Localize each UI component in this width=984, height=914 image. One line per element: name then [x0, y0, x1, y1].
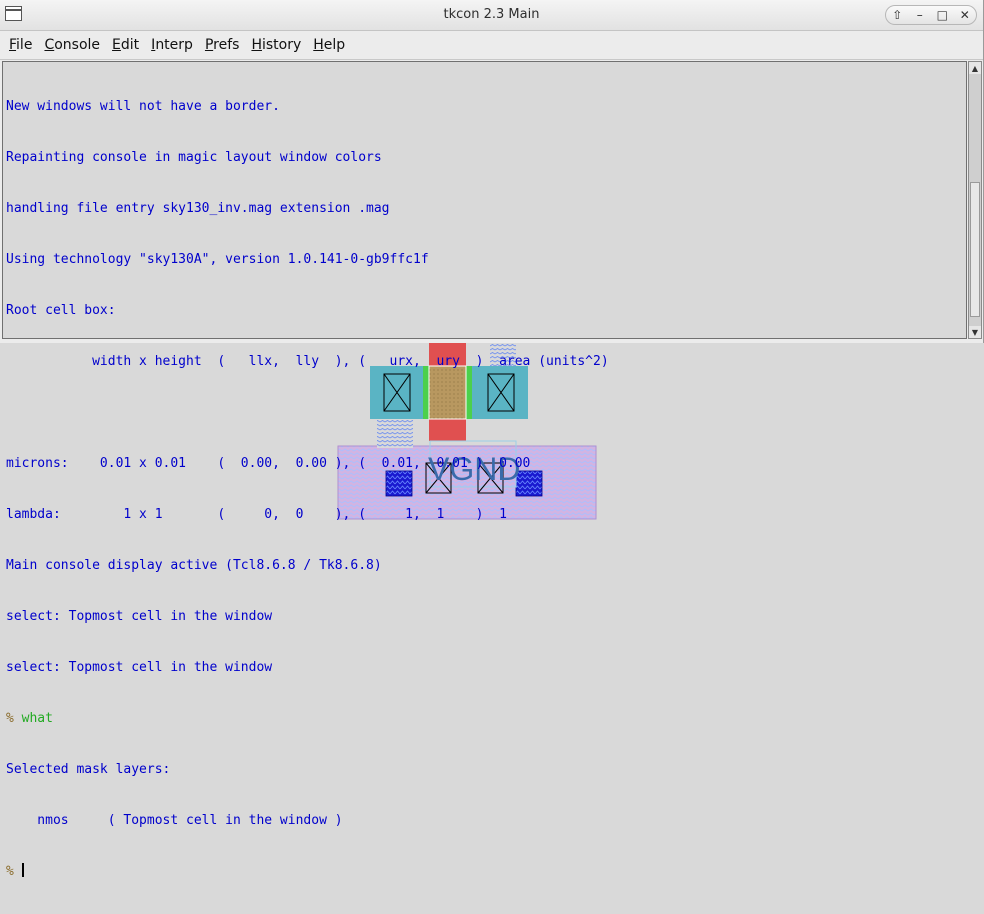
- menu-bar: File Console Edit Interp Prefs History H…: [0, 31, 983, 60]
- close-button[interactable]: ✕: [956, 6, 974, 24]
- console-line: Main console display active (Tcl8.6.8 / …: [6, 558, 382, 573]
- menu-prefs[interactable]: Prefs: [199, 37, 246, 53]
- console-line: Root cell box:: [6, 303, 116, 318]
- menu-file[interactable]: File: [3, 37, 38, 53]
- entered-command: what: [21, 711, 53, 726]
- console-line: Selected mask layers:: [6, 762, 171, 777]
- console-line: lambda: 1 x 1 ( 0, 0 ), ( 1, 1 ) 1: [6, 507, 507, 522]
- shade-button[interactable]: ⇧: [888, 6, 906, 24]
- input-line[interactable]: %: [6, 863, 609, 880]
- window-controls: ⇧ – □ ✕: [885, 5, 977, 25]
- title-bar[interactable]: tkcon 2.3 Main ⇧ – □ ✕: [0, 0, 983, 31]
- scroll-up-arrow-icon[interactable]: ▲: [969, 62, 981, 74]
- menu-history[interactable]: History: [245, 37, 307, 53]
- console-line: nmos ( Topmost cell in the window ): [6, 813, 343, 828]
- console-line: Using technology "sky130A", version 1.0.…: [6, 252, 429, 267]
- console-line: Repainting console in magic layout windo…: [6, 150, 382, 165]
- console-line: New windows will not have a border.: [6, 99, 280, 114]
- console-line: microns: 0.01 x 0.01 ( 0.00, 0.00 ), ( 0…: [6, 456, 531, 471]
- menu-edit[interactable]: Edit: [106, 37, 145, 53]
- menu-console[interactable]: Console: [38, 37, 106, 53]
- window-title: tkcon 2.3 Main: [443, 7, 540, 22]
- text-cursor: [21, 863, 24, 877]
- console-line: select: Topmost cell in the window: [6, 609, 273, 624]
- console-scrollbar[interactable]: ▲ ▼: [968, 61, 982, 339]
- minimize-button[interactable]: –: [911, 6, 929, 24]
- console-text-area[interactable]: New windows will not have a border. Repa…: [2, 61, 967, 879]
- scrollbar-thumb[interactable]: [970, 182, 980, 317]
- prompt-symbol: %: [6, 864, 14, 879]
- menu-interp[interactable]: Interp: [145, 37, 199, 53]
- console-line: width x height ( llx, lly ), ( urx, ury …: [6, 354, 609, 369]
- menu-help[interactable]: Help: [307, 37, 351, 53]
- scroll-down-arrow-icon[interactable]: ▼: [969, 326, 981, 338]
- console-line: handling file entry sky130_inv.mag exten…: [6, 201, 390, 216]
- tkcon-window: tkcon 2.3 Main ⇧ – □ ✕ File Console Edit…: [0, 0, 984, 879]
- maximize-button[interactable]: □: [933, 6, 951, 24]
- command-line: % what: [6, 710, 609, 727]
- console-output: New windows will not have a border. Repa…: [6, 64, 609, 914]
- prompt-symbol: %: [6, 711, 14, 726]
- console-line: select: Topmost cell in the window: [6, 660, 273, 675]
